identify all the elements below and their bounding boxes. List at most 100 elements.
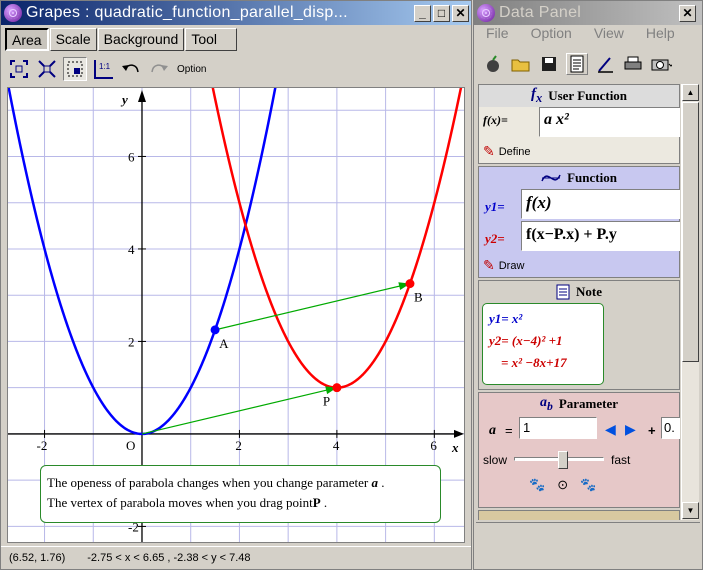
draw-button[interactable]: ✎ Draw [483, 257, 524, 274]
scale-1to1-icon[interactable]: 1:1 [91, 57, 115, 81]
speed-slow-label: slow [483, 453, 508, 467]
user-function-title: User Function [548, 88, 628, 103]
tab-scale[interactable]: Scale [49, 28, 97, 51]
minimize-button[interactable]: _ [414, 4, 431, 22]
define-button[interactable]: ✎ Define [483, 143, 531, 160]
scroll-up-icon[interactable]: ▲ [682, 84, 699, 101]
note-line-2: The vertex of parabola moves when you dr… [47, 495, 313, 510]
parameter-name: a [489, 423, 496, 438]
tab-background[interactable]: Background [97, 28, 185, 51]
note-line-1: The openess of parabola changes when you… [47, 475, 369, 490]
tab-tool[interactable]: Tool [185, 28, 238, 51]
speed-slider-thumb[interactable] [558, 451, 568, 469]
note-document-icon [556, 284, 570, 300]
point-p [332, 383, 342, 393]
y-tick-label: 4 [128, 242, 135, 257]
select-area-icon[interactable] [63, 57, 87, 81]
save-icon[interactable] [538, 53, 560, 75]
grapes-titlebar[interactable]: Grapes : quadratic_function_parallel_dis… [1, 1, 471, 25]
note-panel: Note y1= x² y2= (x−4)² +1 = x² −8x+17 [478, 280, 680, 390]
user-function-header: fx User Function [479, 85, 679, 107]
x-tick-label: -2 [37, 438, 48, 453]
scroll-thumb[interactable] [682, 102, 699, 362]
animate-forward-icon[interactable]: 🐾 [580, 477, 596, 493]
point-p-label: P [323, 394, 330, 409]
animation-controls: 🐾 ⊙ 🐾 [529, 477, 596, 493]
menu-view[interactable]: View [594, 25, 624, 45]
menu-help[interactable]: Help [646, 25, 675, 45]
tab-area[interactable]: Area [5, 28, 49, 51]
data-panel-menubar: File Option View Help [476, 25, 675, 45]
parameter-value-input[interactable]: 1 [519, 417, 597, 439]
next-panel-edge [478, 510, 680, 520]
x-axis-label: x [451, 440, 459, 455]
shrink-area-icon[interactable] [35, 57, 59, 81]
data-panel-close-button[interactable]: ✕ [679, 4, 696, 22]
y-tick-label: 6 [128, 149, 135, 164]
note-line-2-var: P [312, 495, 321, 510]
speed-fast-label: fast [611, 453, 631, 467]
speed-slider[interactable] [514, 451, 604, 469]
animate-stop-icon[interactable]: ⊙ [557, 477, 568, 493]
y1-input[interactable]: f(x) [521, 189, 680, 219]
note-y1: y1= x² [489, 311, 523, 326]
redo-icon[interactable] [147, 57, 171, 81]
data-panel-scrollbar[interactable]: ▲ ▼ [681, 84, 699, 520]
y1-curve [8, 88, 277, 436]
y2-label: y2= [485, 231, 505, 246]
x-tick-label: 6 [430, 438, 437, 453]
user-function-input[interactable]: a x² [539, 107, 680, 137]
note-y2: y2= (x−4)² +1 [489, 333, 563, 348]
y-axis-label: y [120, 92, 128, 107]
note-title: Note [576, 284, 602, 299]
data-panel-content: fx User Function f(x)= a x² ✎ Define Fun… [478, 84, 680, 520]
camera-icon[interactable] [650, 53, 672, 75]
menu-file[interactable]: File [486, 25, 509, 45]
maximize-button[interactable]: □ [433, 4, 450, 22]
data-panel-status [476, 522, 700, 568]
document-icon[interactable] [566, 53, 588, 75]
grapes-toolbar: 1:1 Option [7, 56, 208, 82]
open-folder-icon[interactable] [510, 53, 532, 75]
parameter-decrease-icon[interactable]: ◀ [605, 421, 616, 438]
animate-back-icon[interactable]: 🐾 [529, 477, 545, 493]
note-line-1-var: a [371, 475, 379, 490]
fit-area-icon[interactable] [7, 57, 31, 81]
close-button[interactable]: ✕ [452, 4, 469, 22]
view-range: -2.75 < x < 6.65 , -2.38 < y < 7.48 [87, 551, 251, 564]
point-a [210, 325, 220, 335]
grapes-app-icon [4, 4, 22, 22]
graph-canvas[interactable]: -2 2 4 6 6 4 2 -2 Ox y A B P The openess of parabola… [7, 87, 465, 543]
a-to-b-arrow [214, 283, 411, 331]
cursor-coords: (6.52, 1.76) [9, 551, 66, 564]
point-b [405, 279, 415, 289]
data-panel-title: Data Panel [499, 4, 582, 21]
new-file-icon[interactable] [482, 53, 504, 75]
point-a-label: A [219, 336, 229, 351]
print-icon[interactable] [622, 53, 644, 75]
data-panel-titlebar[interactable]: Data Panel ✕ [474, 1, 702, 25]
undo-icon[interactable] [119, 57, 143, 81]
parameter-header: ab Parameter [479, 393, 679, 415]
function-title: Function [567, 170, 617, 185]
parameter-step-input[interactable]: 0. [661, 417, 680, 439]
user-function-label: f(x)= [483, 113, 508, 127]
define-pen-icon: ✎ [483, 143, 495, 159]
grapes-tabs: Area Scale Background Tool [5, 28, 238, 53]
function-panel: Function y1= f(x) y2= f(x−P.x) + P.y ✎ D… [478, 166, 680, 278]
graph-curves [8, 88, 463, 436]
parameter-ab-icon: ab [539, 395, 553, 413]
data-panel-app-icon [477, 4, 495, 22]
point-b-label: B [414, 290, 423, 305]
grapes-window: Grapes : quadratic_function_parallel_dis… [0, 0, 472, 570]
origin-label: O [126, 438, 135, 453]
x-tick-label: 2 [235, 438, 242, 453]
y-tick-label: 2 [128, 334, 135, 349]
parameter-increase-icon[interactable]: ▶ [625, 421, 636, 438]
scroll-down-icon[interactable]: ▼ [682, 502, 699, 519]
pen-draw-icon[interactable] [594, 53, 616, 75]
option-button[interactable]: Option [175, 57, 208, 81]
menu-option[interactable]: Option [531, 25, 572, 45]
parameter-equals: = [505, 423, 513, 438]
y2-input[interactable]: f(x−P.x) + P.y [521, 221, 680, 251]
